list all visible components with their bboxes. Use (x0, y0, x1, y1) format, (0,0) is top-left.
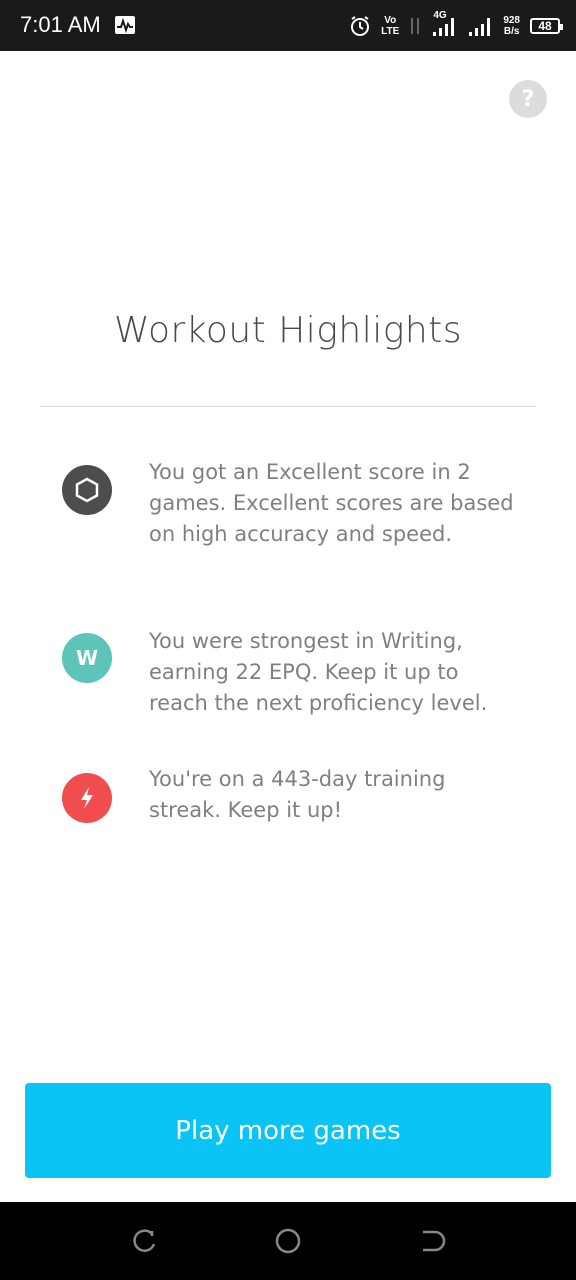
home-icon[interactable] (273, 1226, 303, 1256)
signal-bars-icon (469, 18, 491, 36)
volte-indicator: Vo LTE (381, 15, 400, 37)
help-button[interactable]: ? (509, 80, 547, 118)
lightning-icon (62, 773, 112, 823)
status-bar: 7:01 AM Vo LTE 4G 928 B/s 48 (0, 0, 576, 51)
recent-apps-icon[interactable] (130, 1226, 160, 1256)
play-more-games-button[interactable]: Play more games (25, 1083, 551, 1178)
status-icons: Vo LTE 4G 928 B/s 48 (349, 10, 563, 42)
highlight-text: You got an Excellent score in 2 games. E… (149, 460, 514, 546)
divider (40, 406, 536, 407)
activity-monitor-icon (115, 16, 135, 34)
page-title: Workout Highlights (113, 310, 463, 351)
highlight-text: You were strongest in Writing, earning 2… (149, 629, 488, 715)
signal-4g-icon: 4G (431, 10, 457, 38)
writing-w-icon: W (62, 633, 112, 683)
network-speed: 928 B/s (503, 15, 520, 37)
battery-icon: 48 (530, 18, 563, 34)
alarm-icon (351, 16, 370, 36)
data-transfer-icon (411, 18, 420, 34)
status-time: 7:01 AM (20, 12, 101, 37)
system-nav-bar (0, 1202, 576, 1280)
hexagon-icon (62, 465, 112, 515)
battery-level: 48 (538, 19, 552, 33)
back-icon[interactable] (417, 1226, 447, 1256)
question-mark-icon: ? (521, 86, 535, 112)
highlight-text: You're on a 443-day training streak. Kee… (149, 767, 446, 822)
